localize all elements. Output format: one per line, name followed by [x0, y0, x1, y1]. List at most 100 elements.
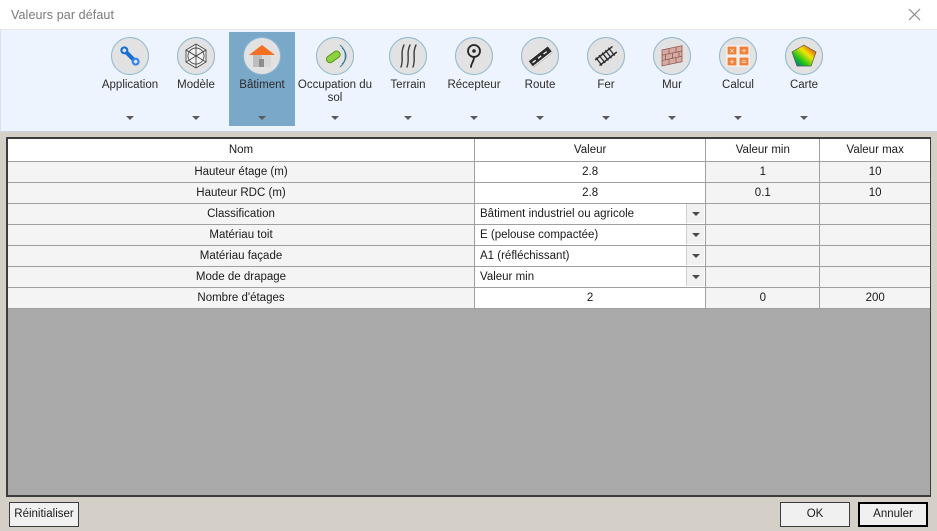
property-value-cell[interactable]: 2.8 [474, 161, 707, 183]
property-min-cell: 1 [705, 161, 821, 183]
ribbon-tab-label: Bâtiment [239, 79, 285, 91]
ribbon-tab-b-timent[interactable]: Bâtiment [229, 32, 295, 126]
combo-dropdown-button[interactable] [686, 267, 705, 286]
ribbon-tab-label: Carte [789, 79, 819, 91]
ribbon-tab-r-cepteur[interactable]: Récepteur [441, 32, 507, 126]
property-value-cell[interactable]: E (pelouse compactée) [474, 224, 707, 246]
combo-selected-value: Bâtiment industriel ou agricole [480, 207, 635, 220]
ribbon-tab-route[interactable]: Route [507, 32, 573, 126]
chevron-down-icon[interactable] [734, 116, 742, 120]
combo-dropdown-button[interactable] [686, 204, 705, 223]
property-min-cell: 0 [705, 287, 821, 309]
wrench-icon [111, 37, 149, 75]
property-min-cell [705, 224, 821, 246]
property-value-cell[interactable]: A1 (réfléchissant) [474, 245, 707, 267]
close-icon [908, 8, 921, 21]
property-max-cell [819, 266, 930, 288]
calculator-icon: × ÷ + = [719, 37, 757, 75]
column-header-valeur: Valeur [474, 139, 707, 162]
ribbon-tab-mur[interactable]: Mur [639, 32, 705, 126]
property-max-cell [819, 224, 930, 246]
close-button[interactable] [892, 0, 937, 29]
dialog-footer: Réinitialiser OK Annuler [0, 497, 937, 531]
chevron-down-icon [691, 232, 700, 237]
property-min-cell [705, 245, 821, 267]
property-name-cell: Nombre d'étages [8, 287, 475, 309]
footer-right-buttons: OK Annuler [780, 501, 928, 527]
property-max-cell: 200 [819, 287, 930, 309]
table-row[interactable]: Matériau façade A1 (réfléchissant) [8, 245, 930, 267]
property-name-cell: Hauteur RDC (m) [8, 182, 475, 204]
chevron-down-icon[interactable] [192, 116, 200, 120]
table-row[interactable]: Mode de drapage Valeur min [8, 266, 930, 288]
chevron-down-icon[interactable] [331, 116, 339, 120]
table-row[interactable]: Matériau toit E (pelouse compactée) [8, 224, 930, 246]
property-name-cell: Mode de drapage [8, 266, 475, 288]
combo-selected-value: A1 (réfléchissant) [480, 249, 570, 262]
svg-text:=: = [741, 58, 747, 66]
table-row[interactable]: Nombre d'étages 2 0 200 [8, 287, 930, 309]
ribbon-tab-calcul[interactable]: × ÷ + = Calcul [705, 32, 771, 126]
properties-table: Nom Valeur Valeur min Valeur max Hauteur… [8, 139, 930, 309]
property-max-cell: 10 [819, 161, 930, 183]
contour-icon [389, 37, 427, 75]
property-value-cell[interactable]: 2.8 [474, 182, 707, 204]
colormap-icon [785, 37, 823, 75]
polyhedron-icon [177, 37, 215, 75]
ribbon-tab-mod-le[interactable]: Modèle [163, 32, 229, 126]
chevron-down-icon[interactable] [668, 116, 676, 120]
reset-button[interactable]: Réinitialiser [9, 501, 79, 527]
landcover-icon [316, 37, 354, 75]
ribbon-tab-occupation-du-sol[interactable]: Occupation du sol [295, 32, 375, 126]
ribbon-tab-label: Mur [662, 79, 682, 91]
chevron-down-icon[interactable] [404, 116, 412, 120]
table-header-row: Nom Valeur Valeur min Valeur max [8, 139, 930, 162]
ribbon-tab-carte[interactable]: Carte [771, 32, 837, 126]
table-row[interactable]: Classification Bâtiment industriel ou agr… [8, 203, 930, 225]
cancel-button[interactable]: Annuler [858, 501, 928, 527]
table-row[interactable]: Hauteur RDC (m) 2.8 0.1 10 [8, 182, 930, 204]
wall-icon [653, 37, 691, 75]
ribbon-tab-label: Récepteur [447, 79, 501, 91]
chevron-down-icon[interactable] [536, 116, 544, 120]
property-value-cell[interactable]: Valeur min [474, 266, 707, 288]
chevron-down-icon[interactable] [258, 116, 266, 120]
chevron-down-icon [691, 274, 700, 279]
ok-button[interactable]: OK [780, 501, 850, 527]
column-header-valeur-min: Valeur min [705, 139, 821, 162]
property-max-cell [819, 203, 930, 225]
chevron-down-icon[interactable] [602, 116, 610, 120]
property-value-cell[interactable]: 2 [474, 287, 707, 309]
property-min-cell [705, 266, 821, 288]
chevron-down-icon[interactable] [126, 116, 134, 120]
grid-empty-area [8, 308, 930, 495]
window-title: Valeurs par défaut [11, 7, 115, 22]
house-icon [243, 37, 281, 75]
default-values-dialog: Valeurs par défaut Application Modèle Bâti… [0, 0, 937, 531]
property-value-cell[interactable]: Bâtiment industriel ou agricole [474, 203, 707, 225]
properties-grid: Nom Valeur Valeur min Valeur max Hauteur… [6, 137, 931, 497]
ribbon-tab-label: Calcul [722, 79, 754, 91]
combo-dropdown-button[interactable] [686, 225, 705, 244]
combo-selected-value: E (pelouse compactée) [480, 228, 599, 241]
ribbon-tab-terrain[interactable]: Terrain [375, 32, 441, 126]
table-row[interactable]: Hauteur étage (m) 2.8 1 10 [8, 161, 930, 183]
property-max-cell [819, 245, 930, 267]
ribbon-toolbar: Application Modèle Bâtiment Occupation du s… [0, 30, 937, 132]
combo-dropdown-button[interactable] [686, 246, 705, 265]
svg-text:÷: ÷ [741, 47, 747, 55]
ribbon-tab-label: Modèle [177, 79, 215, 91]
combo-selected-value: Valeur min [480, 270, 535, 283]
property-name-cell: Matériau toit [8, 224, 475, 246]
ribbon-tab-label: Route [524, 79, 556, 91]
ribbon-tab-application[interactable]: Application [97, 32, 163, 126]
property-min-cell [705, 203, 821, 225]
property-name-cell: Matériau façade [8, 245, 475, 267]
property-name-cell: Hauteur étage (m) [8, 161, 475, 183]
chevron-down-icon[interactable] [470, 116, 478, 120]
title-bar: Valeurs par défaut [0, 0, 937, 30]
ribbon-tab-fer[interactable]: Fer [573, 32, 639, 126]
ribbon-tab-label: Occupation du sol [297, 79, 373, 104]
railway-icon [587, 37, 625, 75]
chevron-down-icon[interactable] [800, 116, 808, 120]
